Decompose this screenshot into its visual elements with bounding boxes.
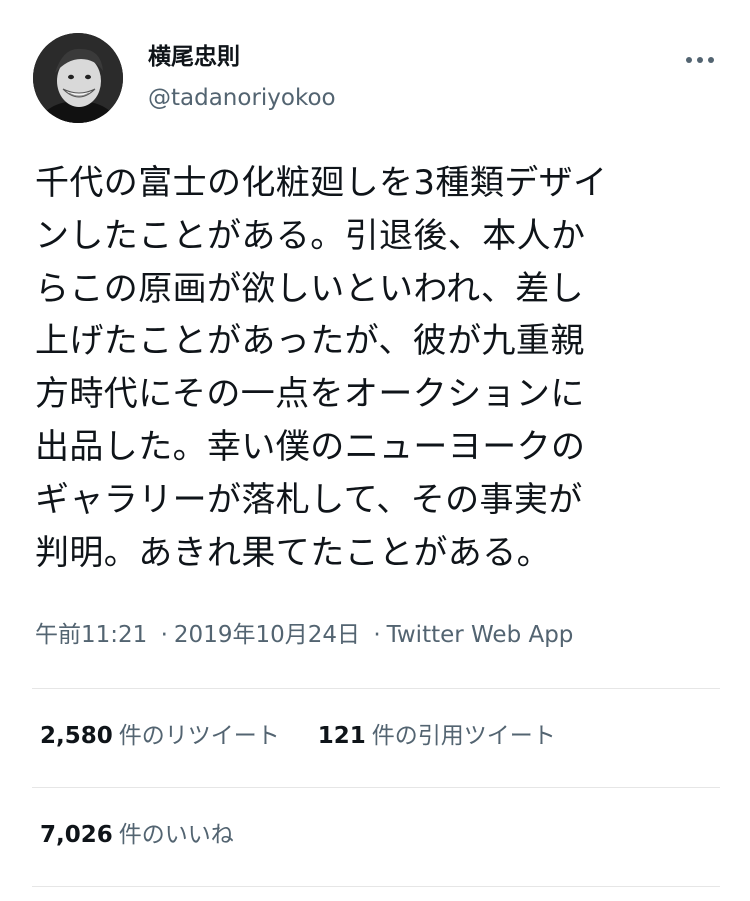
divider — [32, 886, 720, 887]
tweet-time[interactable]: 午前11:21 — [35, 622, 147, 648]
display-name[interactable]: 横尾忠則 — [148, 42, 240, 72]
user-handle[interactable]: @tadanoriyokoo — [148, 83, 336, 113]
share-stats: 2,580 件のリツイート 121 件の引用ツイート — [40, 721, 556, 751]
likes-stat[interactable]: 7,026 件のいいね — [40, 820, 234, 850]
tweet-detail: 横尾忠則 @tadanoriyokoo 千代の富士の化粧廻しを3種類デザイ ンし… — [0, 0, 750, 901]
quote-count: 121 — [317, 723, 366, 749]
retweets-stat[interactable]: 2,580 件のリツイート — [40, 721, 280, 751]
meta-separator: · — [160, 622, 168, 648]
tweet-metadata: 午前11:21 · 2019年10月24日 · Twitter Web App — [35, 620, 573, 650]
tweet-source[interactable]: Twitter Web App — [387, 622, 574, 648]
meta-separator: · — [373, 622, 381, 648]
like-label: 件のいいね — [118, 822, 234, 848]
more-options-button[interactable] — [676, 44, 724, 76]
quote-tweets-stat[interactable]: 121 件の引用ツイート — [318, 721, 556, 751]
tweet-date[interactable]: 2019年10月24日 — [174, 622, 360, 648]
divider — [32, 688, 720, 689]
divider — [32, 787, 720, 788]
retweet-count: 2,580 — [40, 723, 113, 749]
tweet-text: 千代の富士の化粧廻しを3種類デザイ ンしたことがある。引退後、本人か らこの原画… — [35, 163, 608, 573]
ellipsis-icon — [686, 57, 714, 63]
profile-photo-icon — [33, 33, 123, 123]
like-stats: 7,026 件のいいね — [40, 820, 234, 850]
like-count: 7,026 — [40, 822, 113, 848]
quote-label: 件の引用ツイート — [371, 723, 556, 749]
avatar[interactable] — [33, 33, 123, 123]
retweet-label: 件のリツイート — [118, 723, 280, 749]
